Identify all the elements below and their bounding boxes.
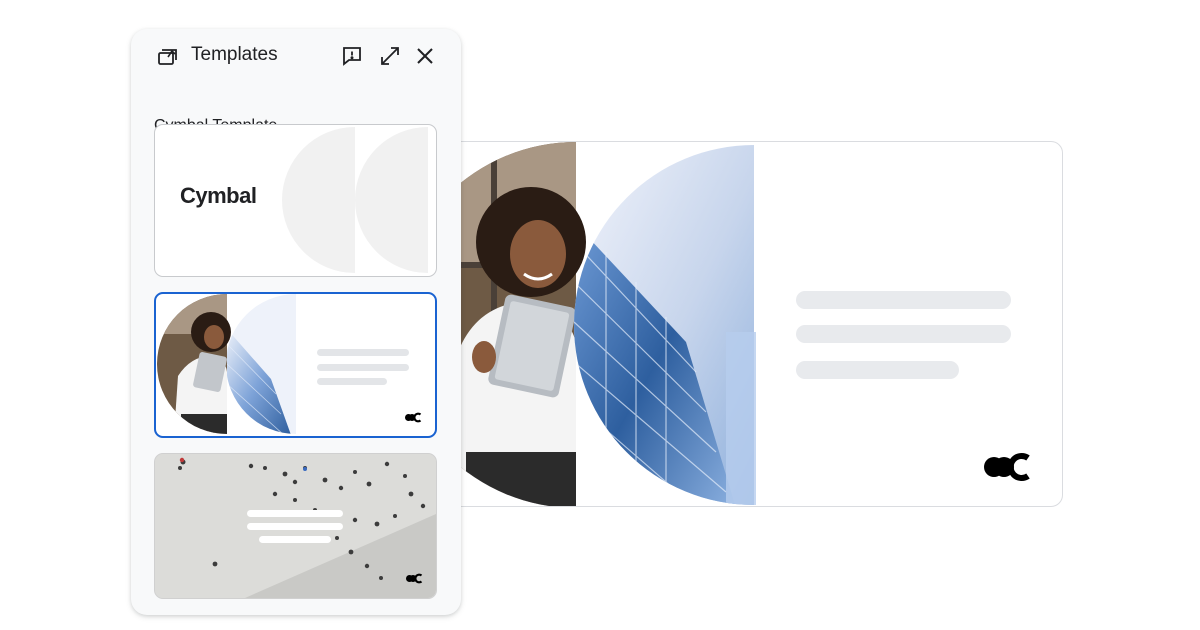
text-placeholder-line	[796, 325, 1011, 343]
templates-panel: Templates Cymbal Template	[131, 29, 461, 615]
text-placeholder-line	[317, 364, 409, 371]
templates-icon	[157, 45, 179, 67]
close-icon[interactable]	[414, 45, 436, 67]
template-card-crowd-photo[interactable]	[154, 453, 437, 599]
panel-title: Templates	[191, 44, 278, 65]
brand-wordmark: Cymbal	[180, 183, 257, 208]
building-photo	[574, 145, 756, 505]
slide-preview	[395, 141, 1063, 507]
text-placeholder-line	[259, 536, 331, 543]
text-placeholder-line	[317, 378, 387, 385]
text-placeholder-line	[796, 361, 959, 379]
panel-header: Templates	[131, 29, 461, 83]
expand-icon[interactable]	[379, 45, 401, 67]
feedback-icon[interactable]	[341, 45, 363, 67]
text-placeholder-line	[317, 349, 409, 356]
template-card-cymbal-title[interactable]: Cymbal	[154, 124, 437, 277]
template-card-photo-layout[interactable]	[154, 292, 437, 438]
cymbal-logo	[984, 453, 1030, 481]
text-placeholder-line	[247, 510, 343, 517]
text-placeholder-line	[247, 523, 343, 530]
text-placeholder-line	[796, 291, 1011, 309]
